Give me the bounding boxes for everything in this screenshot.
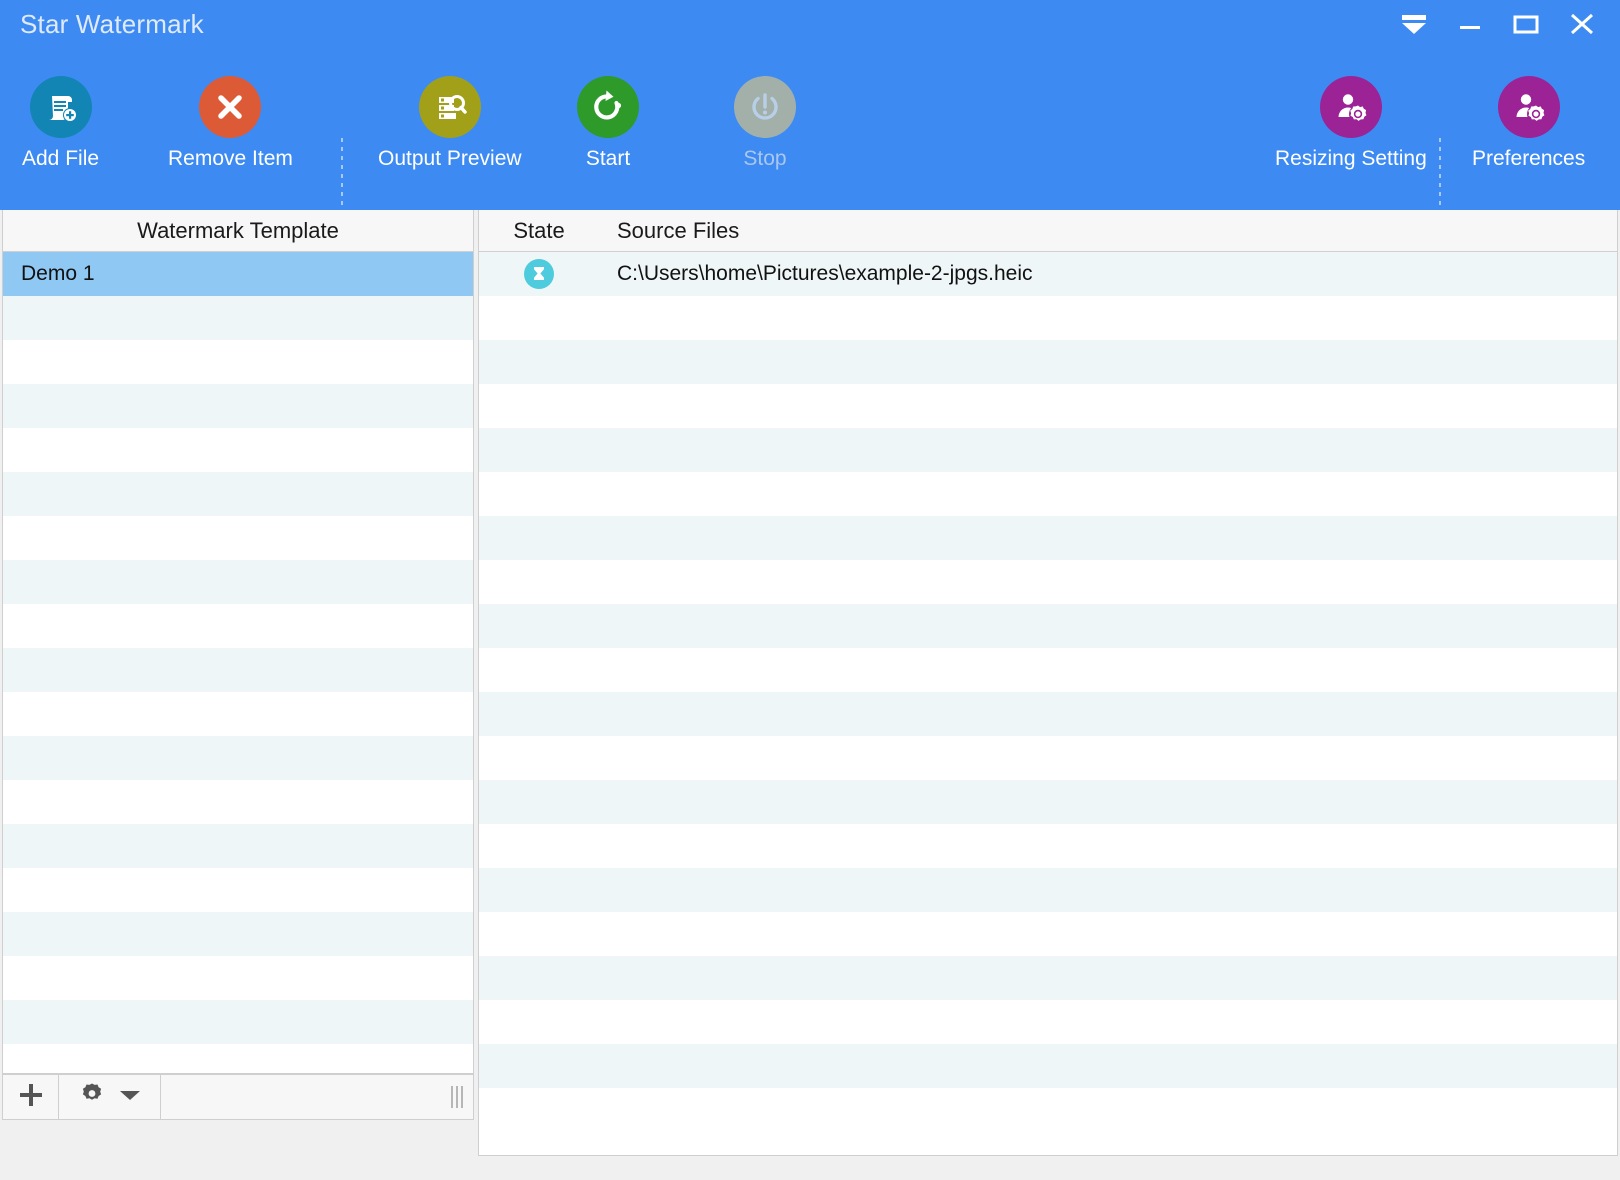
template-list-empty-row[interactable] — [3, 428, 473, 472]
template-list-empty-row[interactable] — [3, 472, 473, 516]
toolbar-button-output-preview[interactable]: Output Preview — [378, 76, 522, 171]
title-bar: Star Watermark — [0, 0, 1620, 48]
template-list-empty-row[interactable] — [3, 648, 473, 692]
toolbar-button-add-file[interactable]: Add File — [22, 76, 99, 171]
remove-item-icon — [199, 76, 262, 138]
toolbar-label-stop: Stop — [743, 147, 787, 170]
file-state-cell — [479, 259, 599, 289]
template-list-empty-row[interactable] — [3, 384, 473, 428]
file-list-empty-row[interactable] — [479, 472, 1617, 516]
watermark-template-header: Watermark Template — [2, 210, 474, 252]
output-preview-icon — [418, 76, 481, 138]
chevron-down-icon[interactable] — [119, 1088, 141, 1107]
template-settings-button[interactable] — [59, 1075, 161, 1119]
hourglass-icon — [524, 259, 554, 289]
file-list-empty-row[interactable] — [479, 1000, 1617, 1044]
file-list-empty-row[interactable] — [479, 560, 1617, 604]
file-list-empty-row[interactable] — [479, 1044, 1617, 1088]
add-template-button[interactable] — [3, 1075, 59, 1119]
collapse-ribbon-icon — [1399, 12, 1429, 36]
template-list-empty-row[interactable] — [3, 824, 473, 868]
watermark-template-panel: Watermark Template Demo 1 — [2, 210, 474, 1120]
watermark-template-list[interactable]: Demo 1 — [2, 252, 474, 1074]
column-header-state: State — [513, 217, 565, 243]
template-list-empty-row[interactable] — [3, 956, 473, 1000]
stop-icon — [734, 76, 796, 138]
start-icon — [577, 76, 639, 138]
template-list-empty-row[interactable] — [3, 560, 473, 604]
template-list-empty-row[interactable] — [3, 340, 473, 384]
template-list-empty-row[interactable] — [3, 604, 473, 648]
file-path-cell: C:\Users\home\Pictures\example-2-jpgs.he… — [617, 262, 1033, 285]
toolbar-button-stop[interactable]: Stop — [734, 76, 796, 171]
minimize-button[interactable] — [1442, 2, 1498, 46]
template-list-item[interactable]: Demo 1 — [3, 252, 473, 296]
file-list-empty-row[interactable] — [479, 648, 1617, 692]
column-header-source-files: Source Files — [617, 217, 740, 243]
toolbar-button-remove-item[interactable]: Remove Item — [168, 76, 293, 171]
file-list-empty-row[interactable] — [479, 1088, 1617, 1132]
toolbar-label-resizing-setting: Resizing Setting — [1275, 147, 1427, 170]
main-toolbar: Add File Remove Item Output Preview Star… — [0, 48, 1620, 246]
file-list-empty-row[interactable] — [479, 780, 1617, 824]
file-list-empty-row[interactable] — [479, 516, 1617, 560]
toolbar-label-output-preview: Output Preview — [378, 147, 522, 170]
plus-icon — [18, 1082, 44, 1113]
collapse-ribbon-button[interactable] — [1386, 2, 1442, 46]
source-files-list[interactable]: C:\Users\home\Pictures\example-2-jpgs.he… — [478, 252, 1618, 1156]
template-toolbar — [2, 1074, 474, 1120]
toolbar-label-add-file: Add File — [22, 147, 100, 170]
toolbar-label-remove-item: Remove Item — [168, 147, 293, 170]
source-files-header: State Source Files — [478, 210, 1618, 252]
file-list-empty-row[interactable] — [479, 824, 1617, 868]
template-list-empty-row[interactable] — [3, 1000, 473, 1044]
minimize-icon — [1456, 12, 1484, 36]
maximize-icon — [1511, 12, 1541, 36]
toolbar-button-resizing-setting[interactable]: Resizing Setting — [1275, 76, 1427, 171]
resize-grip[interactable] — [451, 1086, 463, 1108]
toolbar-button-start[interactable]: Start — [577, 76, 639, 171]
window-controls — [1386, 0, 1610, 48]
resizing-setting-icon — [1319, 76, 1382, 138]
template-list-empty-row[interactable] — [3, 1044, 473, 1073]
close-button[interactable] — [1554, 2, 1610, 46]
toolbar-button-preferences[interactable]: Preferences — [1472, 76, 1585, 171]
template-list-empty-row[interactable] — [3, 868, 473, 912]
preferences-icon — [1497, 76, 1560, 138]
file-list-empty-row[interactable] — [479, 384, 1617, 428]
template-list-empty-row[interactable] — [3, 692, 473, 736]
file-list-row[interactable]: C:\Users\home\Pictures\example-2-jpgs.he… — [479, 252, 1617, 296]
maximize-button[interactable] — [1498, 2, 1554, 46]
template-list-empty-row[interactable] — [3, 736, 473, 780]
file-list-empty-row[interactable] — [479, 736, 1617, 780]
file-list-empty-row[interactable] — [479, 428, 1617, 472]
file-list-empty-row[interactable] — [479, 956, 1617, 1000]
template-list-empty-row[interactable] — [3, 516, 473, 560]
file-list-empty-row[interactable] — [479, 868, 1617, 912]
file-list-empty-row[interactable] — [479, 296, 1617, 340]
toolbar-label-start: Start — [585, 147, 631, 170]
file-list-empty-row[interactable] — [479, 912, 1617, 956]
toolbar-label-preferences: Preferences — [1472, 147, 1586, 170]
source-files-panel: State Source Files C:\Users\home\Picture… — [478, 210, 1618, 1156]
gear-icon — [79, 1082, 105, 1113]
application-window: Star Watermark Add File Remove Item Outp… — [0, 0, 1620, 1180]
file-list-empty-row[interactable] — [479, 340, 1617, 384]
app-title: Star Watermark — [20, 9, 204, 39]
file-list-empty-row[interactable] — [479, 604, 1617, 648]
template-list-empty-row[interactable] — [3, 296, 473, 340]
add-file-icon — [29, 76, 92, 138]
file-list-empty-row[interactable] — [479, 692, 1617, 736]
template-toolbar-spacer — [161, 1075, 473, 1119]
template-list-empty-row[interactable] — [3, 780, 473, 824]
template-list-empty-row[interactable] — [3, 912, 473, 956]
close-icon — [1567, 11, 1597, 37]
